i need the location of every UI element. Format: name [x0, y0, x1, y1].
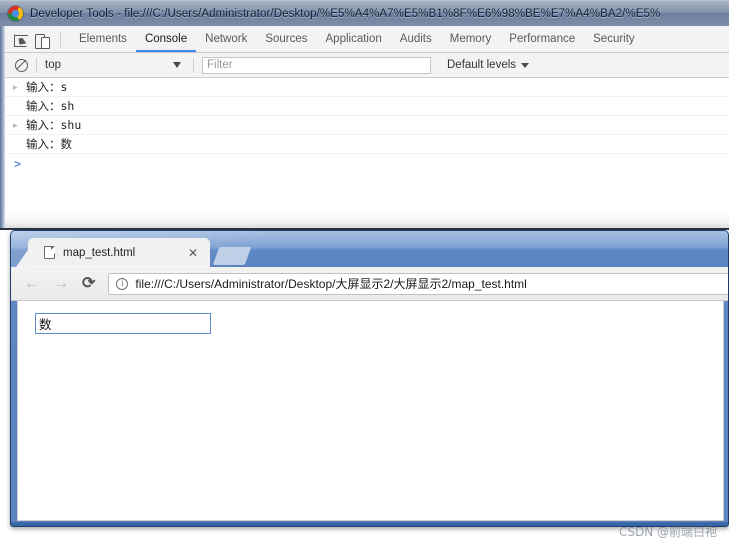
console-message-text: 输入：sh — [26, 99, 75, 113]
devtools-window: Developer Tools - file:///C:/Users/Admin… — [0, 0, 729, 230]
prompt-chevron-icon: > — [14, 156, 22, 171]
console-message-row[interactable]: ▸ 输入：sh — [5, 97, 729, 116]
console-message-text: 输入：shu — [26, 118, 82, 132]
page-document-icon — [44, 246, 55, 259]
log-levels-label: Default levels — [447, 59, 517, 71]
tab-sources[interactable]: Sources — [256, 26, 316, 52]
chevron-down-icon — [521, 62, 530, 68]
tab-console[interactable]: Console — [135, 26, 197, 52]
reload-button[interactable]: ⟳ — [82, 275, 95, 292]
device-toolbar-icon[interactable] — [35, 33, 50, 49]
chrome-logo-icon — [8, 6, 23, 21]
devtools-bottom-fade — [5, 213, 729, 228]
tab-application[interactable]: Application — [317, 26, 391, 52]
browser-toolbar: ← → ⟳ file:///C:/Users/Administrator/Des… — [11, 267, 728, 301]
log-levels-select[interactable]: Default levels — [447, 59, 530, 71]
devtools-titlebar[interactable]: Developer Tools - file:///C:/Users/Admin… — [0, 0, 729, 26]
forward-button[interactable]: → — [53, 275, 69, 292]
chevron-down-icon — [173, 62, 181, 68]
console-message-row[interactable]: ▸ 输入：数 — [5, 135, 729, 154]
inspect-element-icon[interactable] — [14, 34, 28, 47]
console-message-row[interactable]: ▸ 输入：shu — [5, 116, 729, 135]
clear-console-icon[interactable] — [15, 58, 28, 72]
devtools-tab-bar: Elements Console Network Sources Applica… — [5, 26, 729, 53]
back-button[interactable]: ← — [24, 275, 40, 292]
devtools-window-title: Developer Tools - file:///C:/Users/Admin… — [30, 7, 661, 20]
close-icon[interactable]: ✕ — [188, 247, 198, 259]
tab-elements[interactable]: Elements — [70, 26, 136, 52]
console-message-row[interactable]: ▸ 输入：s — [5, 78, 729, 97]
info-circle-icon[interactable] — [116, 277, 129, 290]
address-bar-url: file:///C:/Users/Administrator/Desktop/大… — [135, 277, 527, 291]
browser-frame: map_test.html ✕ ← → ⟳ file:///C:/Users/A… — [10, 230, 729, 527]
new-tab-button[interactable] — [212, 247, 252, 265]
tab-performance[interactable]: Performance — [500, 26, 584, 52]
console-message-list[interactable]: ▸ 输入：s ▸ 输入：sh ▸ 输入：shu ▸ 输入：数 > — [5, 78, 729, 230]
tab-memory[interactable]: Memory — [441, 26, 501, 52]
address-bar[interactable]: file:///C:/Users/Administrator/Desktop/大… — [108, 272, 728, 295]
console-message-text: 输入：s — [26, 80, 68, 94]
execution-context-select[interactable]: top — [45, 59, 185, 71]
browser-tab-map-test[interactable]: map_test.html ✕ — [28, 238, 210, 267]
console-filter-input[interactable] — [202, 56, 431, 74]
console-message-text: 输入：数 — [26, 137, 72, 151]
tab-audits[interactable]: Audits — [391, 26, 441, 52]
chrome-browser-window: map_test.html ✕ ← → ⟳ file:///C:/Users/A… — [10, 230, 729, 530]
tab-network[interactable]: Network — [196, 26, 256, 52]
csdn-watermark: CSDN @前端白袍 — [618, 525, 717, 539]
filterbar-divider-1 — [36, 57, 37, 73]
console-input-prompt[interactable]: > — [5, 154, 729, 173]
page-search-text-input[interactable] — [35, 313, 211, 334]
console-filter-bar: top Default levels — [5, 53, 729, 78]
filterbar-divider-2 — [193, 57, 194, 73]
tab-security[interactable]: Security — [584, 26, 644, 52]
execution-context-label: top — [45, 59, 61, 71]
page-viewport — [17, 301, 724, 521]
toolbar-divider — [60, 31, 61, 47]
expand-arrow-icon[interactable]: ▸ — [13, 120, 22, 130]
expand-arrow-icon[interactable]: ▸ — [13, 82, 22, 92]
browser-tab-strip[interactable]: map_test.html ✕ — [11, 231, 728, 267]
browser-tab-title: map_test.html — [63, 246, 136, 259]
